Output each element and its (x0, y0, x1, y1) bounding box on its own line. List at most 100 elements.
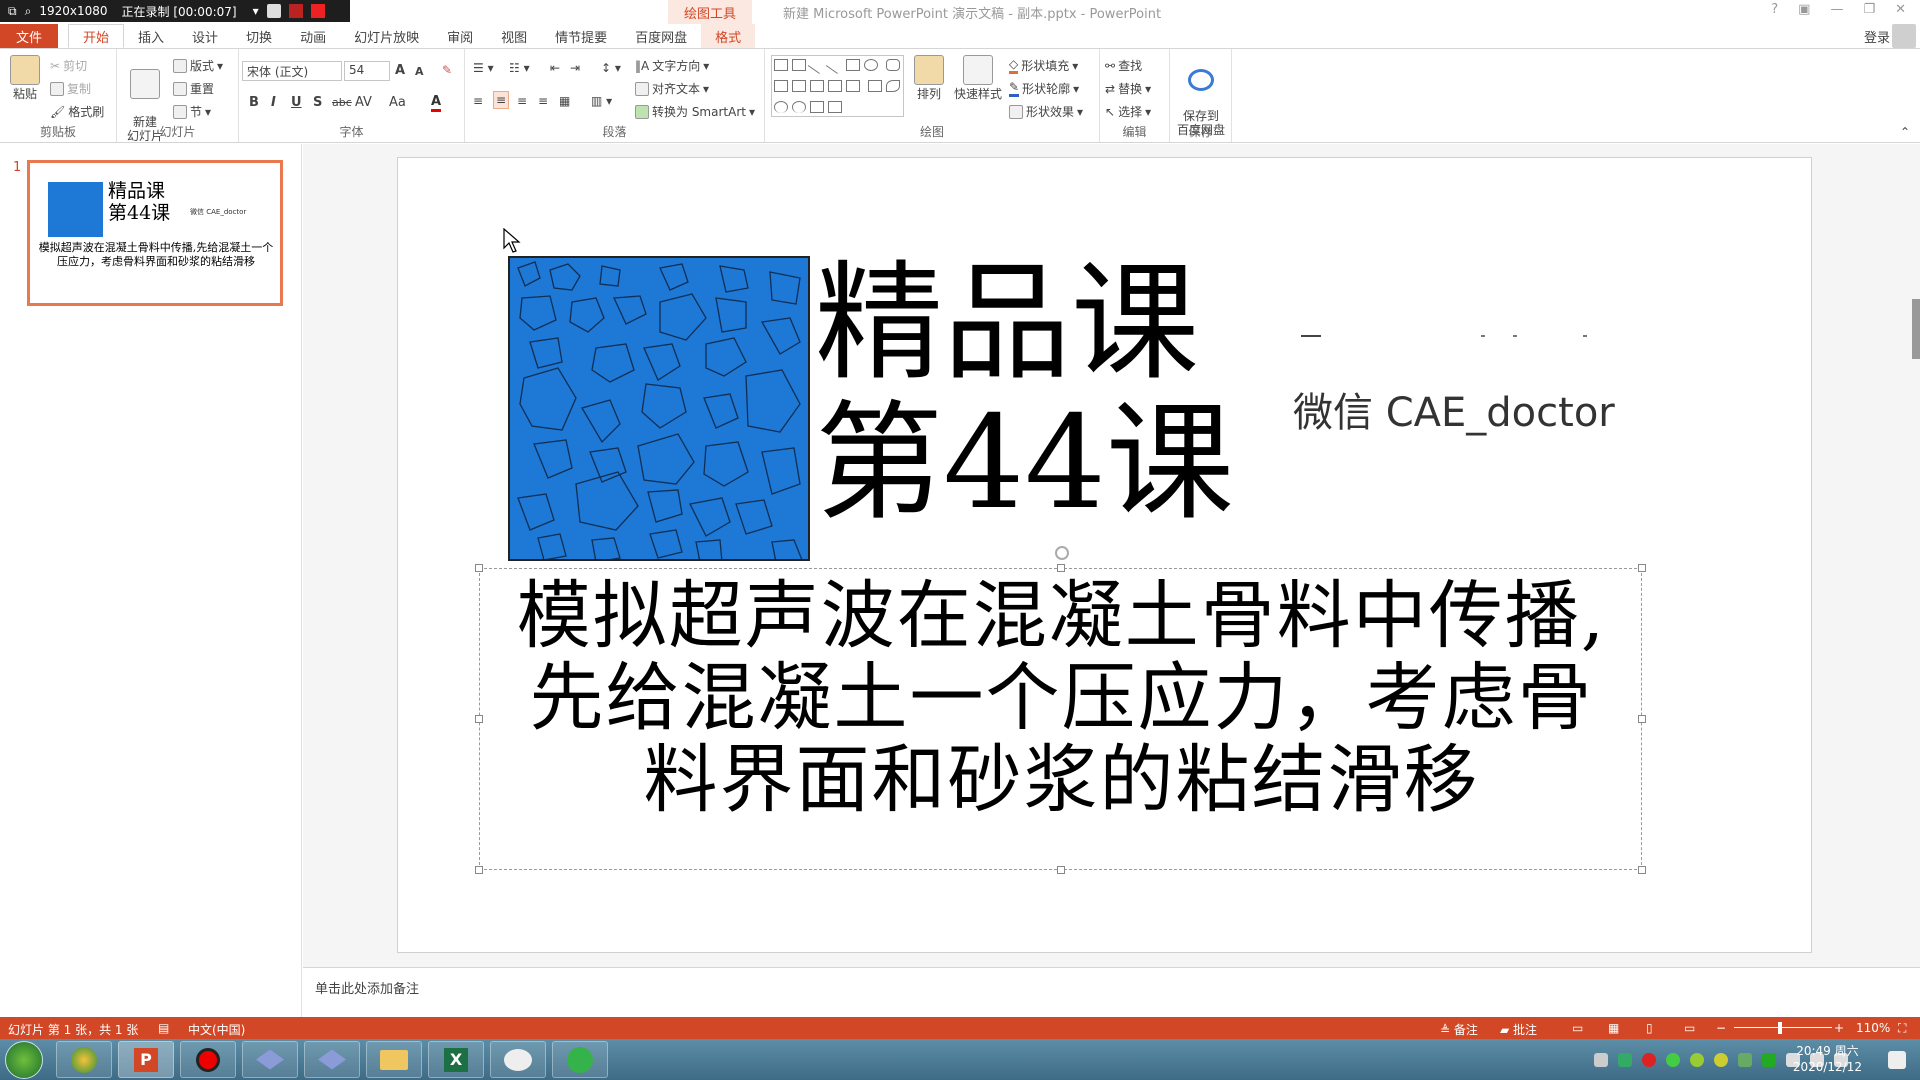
font-size-select[interactable]: 54 (344, 61, 390, 81)
arrange-button[interactable]: 排列 (911, 55, 947, 101)
grow-font-button[interactable]: A (395, 63, 405, 78)
language-indicator[interactable]: 中文(中国) (188, 1021, 245, 1038)
right-brace-shape-icon[interactable] (828, 101, 842, 113)
tab-slideshow[interactable]: 幻灯片放映 (340, 24, 433, 48)
justify-icon[interactable]: ≡ (538, 94, 548, 108)
zoom-level[interactable]: 110% (1856, 1021, 1890, 1035)
pentagon-shape-icon[interactable] (867, 80, 882, 92)
slideshow-icon[interactable]: ▭ (1684, 1021, 1695, 1035)
fit-slide-icon[interactable]: ⛶ (1898, 1021, 1906, 1036)
user-avatar-icon[interactable] (1892, 24, 1916, 48)
underline-button[interactable]: U (291, 95, 302, 110)
select-button[interactable]: ↖ 选择 ▾ (1105, 103, 1151, 120)
line-spacing-icon[interactable]: ↕ ▾ (601, 61, 621, 75)
zoom-out-icon[interactable]: − (1716, 1021, 1726, 1035)
elbow-arrow-shape-icon[interactable] (810, 80, 824, 92)
recorder-dropdown-icon[interactable]: ▾ (253, 4, 259, 18)
tab-format[interactable]: 格式 (701, 24, 756, 48)
concrete-aggregate-image[interactable] (508, 256, 810, 561)
font-name-select[interactable]: 宋体 (正文) (242, 61, 342, 81)
arc-shape-icon[interactable] (792, 101, 806, 113)
resize-handle-n[interactable] (1057, 564, 1065, 572)
resize-handle-s[interactable] (1057, 866, 1065, 874)
notes-pane[interactable]: 单击此处添加备注 (303, 967, 1920, 1017)
slide-sorter-icon[interactable]: ▦ (1608, 1021, 1619, 1035)
taskbar-explorer-icon[interactable] (366, 1041, 422, 1078)
resize-handle-nw[interactable] (475, 564, 483, 572)
slide-thumbnail[interactable]: 精品课 第44课 微信 CAE_doctor 模拟超声波在混凝土骨料中传播,先给… (27, 160, 283, 306)
elbow-shape-icon[interactable] (792, 80, 806, 92)
replace-button[interactable]: ⇄ 替换 ▾ (1105, 80, 1151, 97)
zoom-slider-track[interactable] (1734, 1027, 1832, 1028)
tab-animations[interactable]: 动画 (286, 24, 340, 48)
shrink-font-button[interactable]: A (415, 65, 424, 78)
start-button-icon[interactable] (5, 1041, 43, 1079)
taskbar-app-green-icon[interactable] (552, 1041, 608, 1078)
left-brace-shape-icon[interactable] (810, 101, 824, 113)
tab-transitions[interactable]: 切换 (232, 24, 286, 48)
resize-handle-ne[interactable] (1638, 564, 1646, 572)
taskbar-clock[interactable]: 20:49 周六 2020/12/12 (1793, 1043, 1862, 1075)
down-arrow-shape-icon[interactable] (846, 80, 860, 92)
tray-app2-icon[interactable] (1690, 1053, 1704, 1067)
minimize-icon[interactable]: — (1830, 2, 1843, 17)
right-arrow-shape-icon[interactable] (828, 80, 842, 92)
recorder-zoom-icon[interactable]: ⌕ (25, 4, 32, 19)
notes-placeholder[interactable]: 单击此处添加备注 (315, 978, 419, 997)
resize-handle-w[interactable] (475, 715, 483, 723)
tray-app4-icon[interactable] (1738, 1053, 1752, 1067)
login-link[interactable]: 登录 (1864, 27, 1890, 46)
arrow-shape-icon[interactable] (825, 56, 845, 74)
paste-button[interactable]: 粘贴 (8, 55, 42, 101)
spell-check-icon[interactable]: ▤ (158, 1021, 169, 1035)
textbox-shape-icon[interactable] (774, 59, 788, 71)
tab-home[interactable]: 开始 (68, 24, 125, 48)
bold-button[interactable]: B (249, 95, 259, 110)
tab-file[interactable]: 文件 (0, 24, 58, 48)
rectangle-shape-icon[interactable] (846, 59, 860, 71)
recorder-resize-icon[interactable]: ⧉ (8, 4, 17, 19)
shape-fill-button[interactable]: ◇ 形状填充 ▾ (1009, 57, 1078, 74)
strikethrough-button[interactable]: abc (332, 96, 352, 109)
rotate-handle-icon[interactable] (1055, 546, 1069, 560)
taskbar-recorder-icon[interactable] (180, 1041, 236, 1078)
align-left-icon[interactable]: ≡ (473, 94, 483, 108)
recorder-stop-icon[interactable] (310, 4, 325, 18)
slide-title[interactable]: 精品课 第44课 (815, 254, 1234, 534)
zoom-slider-thumb[interactable] (1778, 1022, 1782, 1034)
increase-indent-icon[interactable]: ⇥ (570, 61, 580, 75)
decrease-indent-icon[interactable]: ⇤ (550, 61, 560, 75)
line-shape-icon[interactable] (807, 56, 827, 74)
columns-icon[interactable]: ▥ ▾ (591, 94, 612, 108)
text-direction-button[interactable]: ‖A 文字方向 ▾ (635, 57, 709, 74)
tab-baidu-netdisk[interactable]: 百度网盘 (621, 24, 701, 48)
numbering-icon[interactable]: ☷ ▾ (509, 61, 530, 75)
tray-keyboard-icon[interactable] (1594, 1053, 1608, 1067)
tab-view[interactable]: 视图 (487, 24, 541, 48)
taskbar-app-b-icon[interactable] (304, 1041, 360, 1078)
bullets-icon[interactable]: ☰ ▾ (473, 61, 494, 75)
char-spacing-button[interactable]: AV (355, 95, 372, 110)
quick-styles-button[interactable]: 快速样式 (953, 55, 1003, 101)
taskbar-app-a-icon[interactable] (242, 1041, 298, 1078)
notes-toggle[interactable]: ≜ 备注 (1440, 1021, 1478, 1038)
taskbar-excel-icon[interactable]: X (428, 1041, 484, 1078)
tray-app1-icon[interactable] (1618, 1053, 1632, 1067)
vertical-scrollbar[interactable] (1912, 299, 1920, 359)
taskbar-powerpoint-icon[interactable]: P (118, 1041, 174, 1078)
tray-wechat-icon[interactable] (1666, 1053, 1680, 1067)
resize-handle-sw[interactable] (475, 866, 483, 874)
vertical-textbox-shape-icon[interactable] (792, 59, 806, 71)
align-right-icon[interactable]: ≡ (517, 94, 527, 108)
curve-shape-icon[interactable] (774, 101, 788, 113)
notification-icon[interactable] (1888, 1051, 1906, 1069)
freeform-shape-icon[interactable] (885, 80, 900, 92)
reading-view-icon[interactable]: ▯ (1646, 1021, 1653, 1035)
wechat-label[interactable]: 微信 CAE_doctor (1293, 380, 1615, 438)
tray-record-icon[interactable] (1642, 1053, 1656, 1067)
help-icon[interactable]: ? (1771, 2, 1778, 17)
resize-handle-se[interactable] (1638, 866, 1646, 874)
shape-outline-button[interactable]: ✎ 形状轮廓 ▾ (1009, 80, 1079, 97)
change-case-button[interactable]: Aa (389, 95, 406, 110)
tab-insert[interactable]: 插入 (124, 24, 178, 48)
